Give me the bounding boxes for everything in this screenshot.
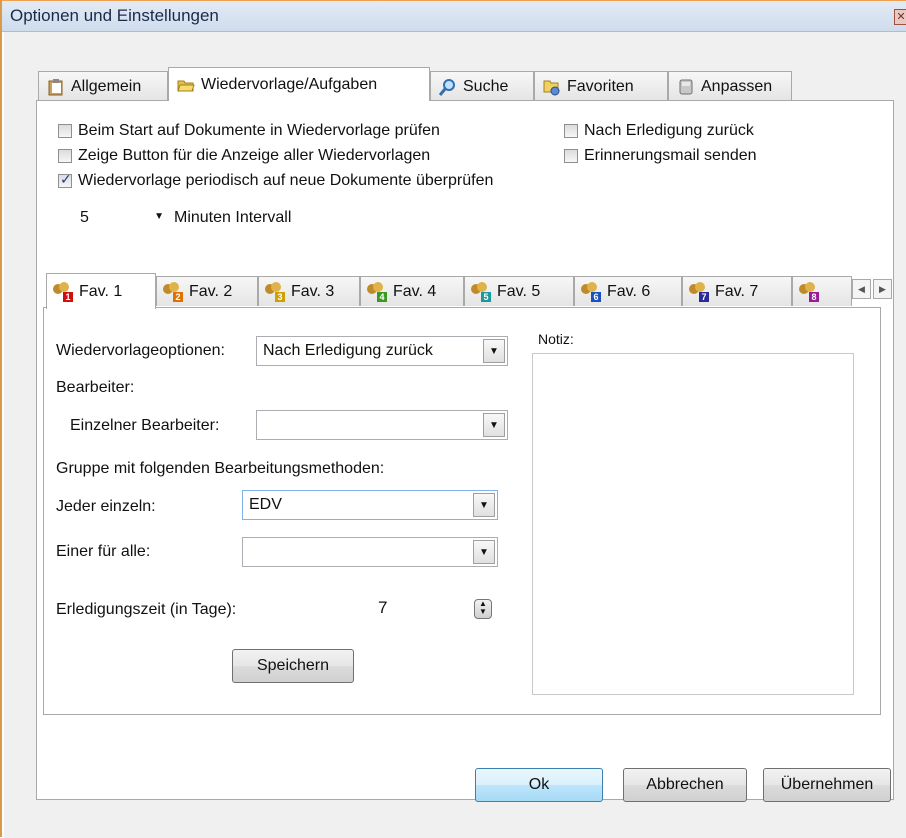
tab-anpassen[interactable]: Anpassen [668, 71, 792, 101]
interval-select[interactable]: 5 ▼ [74, 206, 168, 230]
single-editor-label: Einzelner Bearbeiter: [70, 417, 220, 434]
tab-label: Fav. 7 [715, 282, 759, 300]
user-group-icon: 2 [163, 281, 183, 302]
checkbox[interactable] [58, 172, 72, 188]
tab-label: Fav. 5 [497, 282, 541, 300]
user-group-icon: 4 [367, 281, 387, 302]
checkbox-after-done-back[interactable]: Nach Erledigung zurück [564, 122, 754, 140]
tab-scroll-arrows: ◀ ▶ [852, 279, 892, 301]
save-button[interactable]: Speichern [232, 649, 354, 683]
customize-icon [677, 78, 695, 96]
checkbox-label: Wiedervorlage periodisch auf neue Dokume… [78, 172, 494, 189]
options-value: Nach Erledigung zurück [263, 342, 433, 359]
user-group-icon: 1 [53, 281, 73, 302]
spinner-updown-icon[interactable]: ▲ ▼ [474, 599, 492, 619]
user-group-icon: 6 [581, 281, 601, 302]
tab-allgemein[interactable]: Allgemein [38, 71, 168, 101]
checkbox-show-button[interactable]: Zeige Button für die Anzeige aller Wiede… [58, 147, 430, 165]
apply-button[interactable]: Übernehmen [763, 768, 891, 802]
options-combo[interactable]: Nach Erledigung zurück ▼ [256, 336, 508, 366]
one-for-all-combo[interactable]: ▼ [242, 537, 498, 567]
checkbox-label: Erinnerungsmail senden [584, 147, 757, 164]
user-group-icon: 8 [799, 281, 819, 302]
user-group-icon: 7 [689, 281, 709, 302]
tab-label: Fav. 6 [607, 282, 651, 300]
one-for-all-label: Einer für alle: [56, 543, 151, 560]
checkbox-label: Beim Start auf Dokumente in Wiedervorlag… [78, 122, 440, 139]
chevron-down-icon: ▼ [154, 211, 164, 222]
checkbox-periodic-check[interactable]: Wiedervorlage periodisch auf neue Dokume… [58, 172, 493, 190]
tab-label: Anpassen [701, 77, 773, 95]
checkbox-label: Zeige Button für die Anzeige aller Wiede… [78, 147, 431, 164]
user-group-icon: 5 [471, 281, 491, 302]
favorites-folder-icon [543, 78, 561, 96]
time-label: Erledigungszeit (in Tage): [56, 601, 237, 618]
tab-label: Fav. 1 [79, 282, 123, 300]
chevron-down-icon[interactable]: ▼ [473, 493, 495, 517]
interval-value: 5 [80, 209, 89, 226]
tab-label: Fav. 2 [189, 282, 233, 300]
single-editor-combo[interactable]: ▼ [256, 410, 508, 440]
interval-label: Minuten Intervall [174, 209, 292, 226]
checkbox[interactable] [58, 124, 72, 138]
time-spinner[interactable]: 7 ▲ ▼ [370, 593, 498, 623]
chevron-down-icon[interactable]: ▼ [483, 339, 505, 363]
chevron-down-icon[interactable]: ▼ [473, 540, 495, 564]
user-group-icon: 3 [265, 281, 285, 302]
note-textarea[interactable] [532, 353, 854, 695]
tab-label: Suche [463, 77, 509, 95]
each-combo[interactable]: EDV ▼ [242, 490, 498, 520]
cancel-button[interactable]: Abbrechen [623, 768, 747, 802]
tab-fav-5[interactable]: 5 Fav. 5 [464, 276, 574, 306]
tab-label: Favoriten [567, 77, 634, 95]
ok-button[interactable]: Ok [475, 768, 603, 802]
checkbox-label: Nach Erledigung zurück [584, 122, 754, 139]
tab-label: Allgemein [71, 77, 142, 95]
checkbox[interactable] [58, 149, 72, 163]
tab-fav-7[interactable]: 7 Fav. 7 [682, 276, 792, 306]
tab-fav-3[interactable]: 3 Fav. 3 [258, 276, 360, 306]
time-value: 7 [378, 598, 388, 617]
each-value: EDV [249, 496, 282, 513]
options-dialog: Optionen und Einstellungen ✕ Allgemein W… [0, 0, 906, 838]
clipboard-icon [47, 78, 65, 96]
close-button[interactable]: ✕ [894, 9, 906, 25]
tab-label: Wiedervorlage/Aufgaben [201, 75, 378, 93]
editor-label: Bearbeiter: [56, 379, 135, 396]
options-label: Wiedervorlageoptionen: [56, 342, 225, 359]
window-title: Optionen und Einstellungen [10, 6, 219, 25]
tab-fav-1[interactable]: 1 Fav. 1 [46, 273, 156, 309]
each-label: Jeder einzeln: [56, 498, 156, 515]
tab-label: Fav. 4 [393, 282, 437, 300]
magnifier-icon [438, 78, 457, 96]
checkbox-check-start[interactable]: Beim Start auf Dokumente in Wiedervorlag… [58, 122, 440, 140]
title-bar: Optionen und Einstellungen ✕ [2, 1, 906, 32]
checkbox-reminder-mail[interactable]: Erinnerungsmail senden [564, 147, 757, 165]
checkbox[interactable] [564, 124, 578, 138]
tab-label: Fav. 3 [291, 282, 335, 300]
note-label: Notiz: [538, 331, 574, 347]
group-label: Gruppe mit folgenden Bearbeitungsmethode… [56, 460, 385, 477]
tab-fav-2[interactable]: 2 Fav. 2 [156, 276, 258, 306]
tab-suche[interactable]: Suche [430, 71, 534, 101]
tab-favoriten[interactable]: Favoriten [534, 71, 668, 101]
folder-open-icon [177, 76, 195, 94]
scroll-right-icon[interactable]: ▶ [873, 279, 892, 299]
tab-fav-6[interactable]: 6 Fav. 6 [574, 276, 682, 306]
tab-fav-8[interactable]: 8 [792, 276, 852, 306]
checkbox[interactable] [564, 149, 578, 163]
scroll-left-icon[interactable]: ◀ [852, 279, 871, 299]
chevron-down-icon[interactable]: ▼ [483, 413, 505, 437]
tab-wiedervorlage[interactable]: Wiedervorlage/Aufgaben [168, 67, 430, 101]
tab-fav-4[interactable]: 4 Fav. 4 [360, 276, 464, 306]
